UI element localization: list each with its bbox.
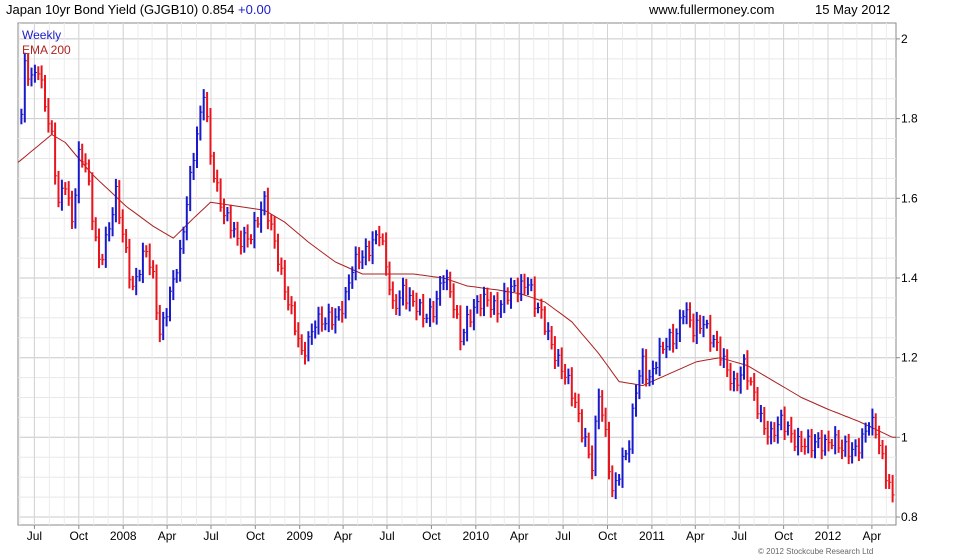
- x-tick-label: Oct: [246, 529, 265, 543]
- x-tick-label: 2009: [286, 529, 313, 543]
- y-tick-label: 1.6: [901, 191, 918, 205]
- x-tick-label: Oct: [774, 529, 793, 543]
- y-tick-label: 1.2: [901, 351, 918, 365]
- x-tick-label: Apr: [334, 529, 353, 543]
- x-tick-label: Oct: [422, 529, 441, 543]
- y-tick-label: 1.8: [901, 112, 918, 126]
- x-tick-label: 2011: [639, 529, 665, 543]
- legend-weekly: Weekly: [22, 28, 61, 42]
- x-tick-label: Jul: [555, 529, 570, 543]
- x-tick-label: Oct: [69, 529, 88, 543]
- legend-ema: EMA 200: [22, 43, 71, 57]
- x-tick-label: Apr: [686, 529, 705, 543]
- y-axis: 0.8 1 1.2 1.4 1.6 1.8 2: [896, 32, 918, 524]
- x-tick-label: Jul: [203, 529, 218, 543]
- x-tick-label: Apr: [510, 529, 529, 543]
- x-tick-label: 2008: [110, 529, 137, 543]
- x-tick-label: Oct: [598, 529, 617, 543]
- x-tick-label: Jul: [27, 529, 42, 543]
- copyright-text: © 2012 Stockcube Research Ltd: [758, 547, 873, 556]
- x-tick-label: 2010: [462, 529, 489, 543]
- x-tick-label: Apr: [158, 529, 177, 543]
- x-tick-label: Jul: [379, 529, 394, 543]
- y-tick-label: 2: [901, 32, 908, 46]
- x-tick-label: Jul: [732, 529, 747, 543]
- bond-yield-chart: 0.8 1 1.2 1.4 1.6 1.8 2 Jul Oct 2008 Apr Jul Oct 200…: [17, 22, 918, 556]
- x-axis: Jul Oct 2008 Apr Jul Oct 2009 Apr Jul Oct 2010 Apr J…: [27, 525, 882, 543]
- y-tick-label: 1.4: [901, 271, 918, 285]
- x-tick-label: 2012: [815, 529, 842, 543]
- y-tick-label: 0.8: [901, 510, 918, 524]
- x-tick-label: Apr: [863, 529, 882, 543]
- y-tick-label: 1: [901, 430, 908, 444]
